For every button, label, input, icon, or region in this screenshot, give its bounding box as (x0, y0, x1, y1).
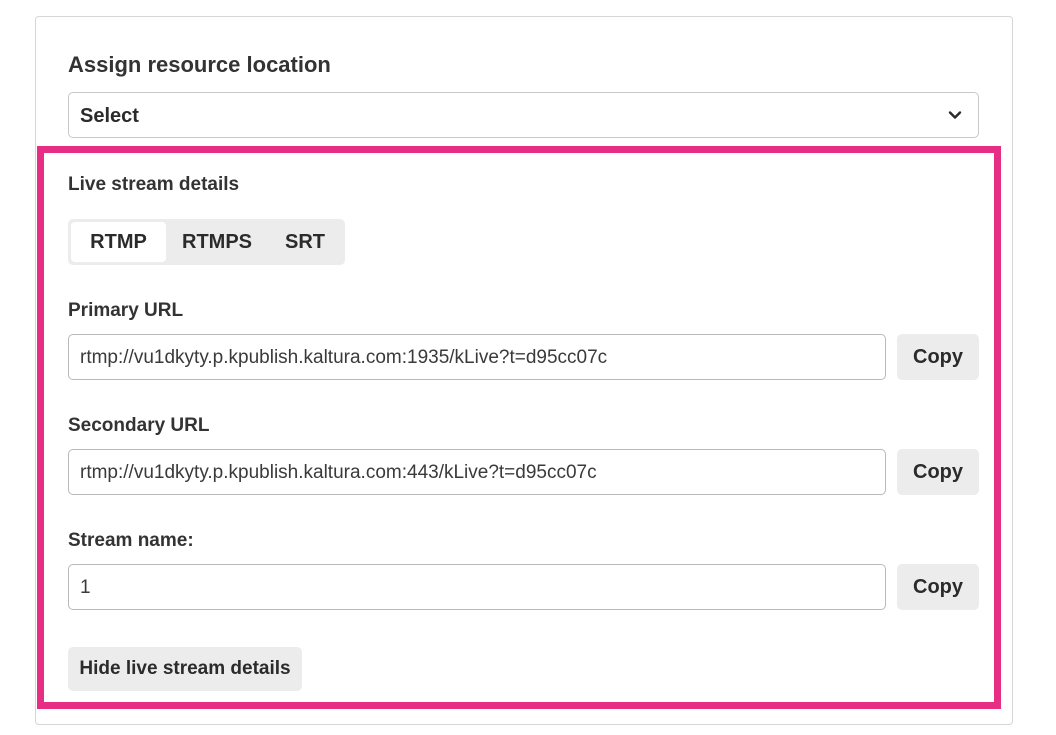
secondary-url-value: rtmp://vu1dkyty.p.kpublish.kaltura.com:4… (80, 462, 597, 483)
tab-rtmp[interactable]: RTMP (71, 222, 166, 262)
hide-live-stream-details-button[interactable]: Hide live stream details (68, 647, 302, 691)
resource-location-title: Assign resource location (68, 52, 331, 77)
primary-url-value: rtmp://vu1dkyty.p.kpublish.kaltura.com:1… (80, 347, 608, 368)
tab-rtmps[interactable]: RTMPS (168, 222, 266, 262)
secondary-url-label: Secondary URL (68, 415, 210, 436)
select-value: Select (80, 105, 139, 127)
stream-name-label: Stream name: (68, 530, 194, 551)
protocol-selector: RTMP RTMPS SRT (68, 219, 345, 265)
primary-url-field[interactable]: rtmp://vu1dkyty.p.kpublish.kaltura.com:1… (68, 334, 886, 380)
stream-name-value: 1 (80, 577, 91, 598)
chevron-down-icon (948, 111, 962, 119)
copy-secondary-url-button[interactable]: Copy (897, 449, 979, 495)
live-stream-details-title: Live stream details (68, 174, 240, 195)
stream-name-field[interactable]: 1 (68, 564, 886, 610)
tab-srt[interactable]: SRT (268, 222, 342, 262)
copy-primary-url-button[interactable]: Copy (897, 334, 979, 380)
resource-location-select[interactable]: Select (68, 92, 979, 138)
primary-url-label: Primary URL (68, 300, 184, 321)
copy-stream-name-button[interactable]: Copy (897, 564, 979, 610)
secondary-url-field[interactable]: rtmp://vu1dkyty.p.kpublish.kaltura.com:4… (68, 449, 886, 495)
